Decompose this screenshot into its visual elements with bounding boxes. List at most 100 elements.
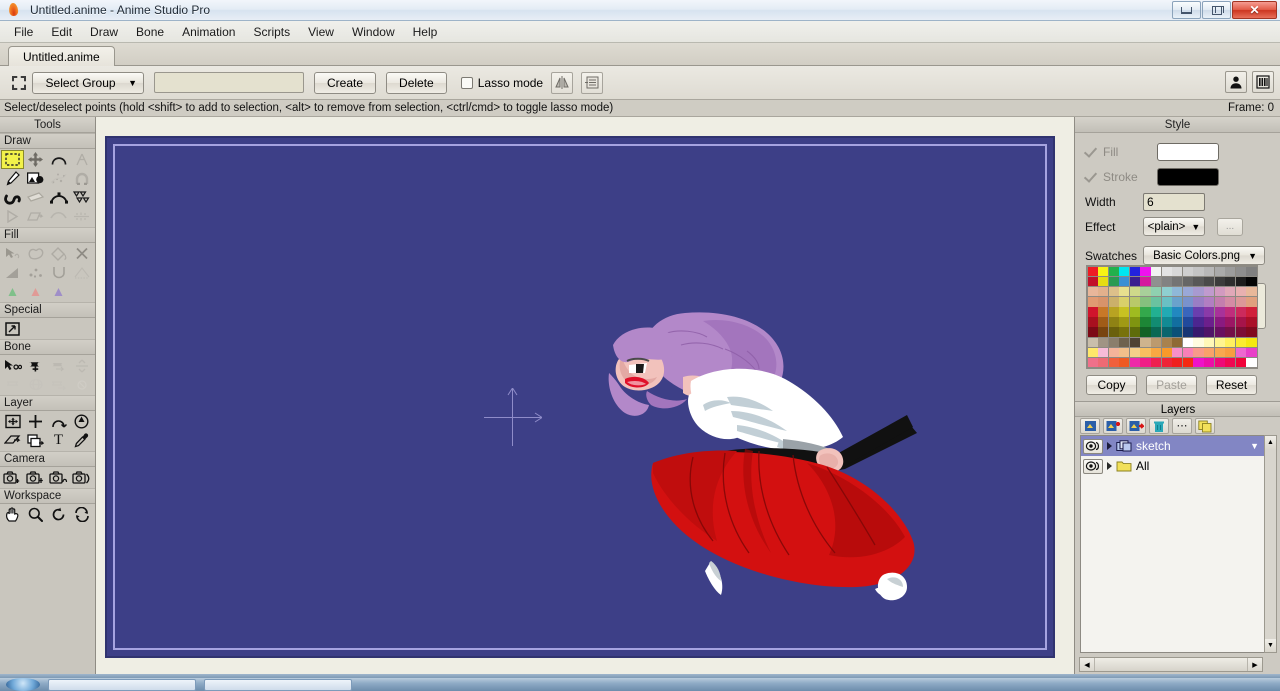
swatch-1-9[interactable]	[1182, 276, 1193, 287]
swatch-9-8[interactable]	[1172, 357, 1183, 368]
swatch-0-3[interactable]	[1119, 266, 1130, 277]
effect-options-button[interactable]: ...	[1217, 217, 1243, 236]
swatch-6-13[interactable]	[1225, 327, 1236, 338]
swatch-6-1[interactable]	[1098, 327, 1109, 338]
swatch-3-14[interactable]	[1235, 296, 1246, 307]
swatch-1-3[interactable]	[1119, 276, 1130, 287]
chevron-down-icon[interactable]: ▼	[1250, 441, 1259, 451]
swatch-9-0[interactable]	[1087, 357, 1098, 368]
set-origin-tool[interactable]	[24, 412, 47, 431]
paint-bucket-tool[interactable]	[47, 244, 70, 263]
scatter-fill-tool[interactable]	[24, 263, 47, 282]
swatch-6-9[interactable]	[1182, 327, 1193, 338]
reorder-points-icon[interactable]	[581, 71, 604, 94]
menu-edit[interactable]: Edit	[42, 22, 81, 42]
swatch-5-7[interactable]	[1161, 317, 1172, 327]
swatch-3-11[interactable]	[1204, 296, 1215, 307]
hide-edge-tool[interactable]	[47, 263, 70, 282]
duplicate-layer-icon[interactable]	[1195, 418, 1215, 434]
swatch-9-6[interactable]	[1151, 357, 1162, 368]
swatch-1-6[interactable]	[1151, 276, 1162, 287]
swatch-6-15[interactable]	[1246, 327, 1257, 338]
swatch-2-8[interactable]	[1172, 286, 1183, 297]
swatch-9-4[interactable]	[1129, 357, 1140, 368]
swatch-9-1[interactable]	[1098, 357, 1109, 368]
swatch-1-12[interactable]	[1214, 276, 1225, 287]
manipulate-bones-tool[interactable]	[1, 375, 24, 394]
swatch-6-6[interactable]	[1151, 327, 1162, 338]
select-points-tool[interactable]	[1, 150, 24, 169]
swatch-8-14[interactable]	[1235, 347, 1246, 358]
layer-depth-tool[interactable]	[24, 431, 47, 450]
layer-expand-triangle-icon[interactable]	[1107, 462, 1112, 470]
swatch-0-15[interactable]	[1246, 266, 1257, 277]
swatch-1-11[interactable]	[1204, 276, 1215, 287]
swatch-4-3[interactable]	[1119, 307, 1130, 317]
swatch-0-14[interactable]	[1235, 266, 1246, 277]
swatch-1-8[interactable]	[1172, 276, 1183, 287]
offset-bone-tool[interactable]	[24, 375, 47, 394]
restore-button[interactable]	[1202, 1, 1231, 19]
swatch-8-4[interactable]	[1129, 347, 1140, 358]
swatch-8-7[interactable]	[1161, 347, 1172, 358]
text-tool[interactable]: T	[47, 431, 70, 450]
track-camera-tool[interactable]	[1, 468, 24, 487]
swatch-0-10[interactable]	[1193, 266, 1204, 277]
swatch-7-2[interactable]	[1108, 337, 1119, 348]
rotate-workspace-tool[interactable]	[47, 505, 70, 524]
scroll-left-icon[interactable]: ◀	[1080, 658, 1094, 671]
swatch-1-14[interactable]	[1235, 276, 1246, 287]
new-layer-add-icon[interactable]	[1103, 418, 1123, 434]
swatch-6-11[interactable]	[1204, 327, 1215, 338]
shear-points-tool[interactable]	[70, 188, 93, 207]
eyedropper-tool[interactable]	[70, 431, 93, 450]
scroll-down-icon[interactable]: ▼	[1265, 639, 1276, 652]
swatch-9-11[interactable]	[1204, 357, 1215, 368]
swatch-8-2[interactable]	[1108, 347, 1119, 358]
scroll-thumb[interactable]	[1094, 658, 1248, 671]
pan-tilt-camera-tool[interactable]	[70, 468, 93, 487]
layers-horizontal-scrollbar[interactable]: ◀ ▶	[1079, 657, 1263, 672]
color-swatch-grid[interactable]	[1086, 265, 1258, 369]
swatch-2-9[interactable]	[1182, 286, 1193, 297]
swatch-4-8[interactable]	[1172, 307, 1183, 317]
swatch-1-13[interactable]	[1225, 276, 1236, 287]
swatch-8-3[interactable]	[1119, 347, 1130, 358]
perspective-points-tool[interactable]	[47, 188, 70, 207]
swatch-1-0[interactable]	[1087, 276, 1098, 287]
menu-window[interactable]: Window	[343, 22, 404, 42]
zoom-workspace-tool[interactable]	[24, 505, 47, 524]
rotate-layer-xy-tool[interactable]	[47, 412, 70, 431]
swatch-9-14[interactable]	[1235, 357, 1246, 368]
reset-workspace-tool[interactable]	[70, 505, 93, 524]
swatch-0-5[interactable]	[1140, 266, 1151, 277]
swatch-9-13[interactable]	[1225, 357, 1236, 368]
group-name-input[interactable]	[154, 72, 304, 93]
swatch-0-2[interactable]	[1108, 266, 1119, 277]
swatch-6-7[interactable]	[1161, 327, 1172, 338]
layer-visibility-eye-icon[interactable]	[1083, 438, 1103, 454]
canvas-stage[interactable]	[105, 136, 1055, 658]
tab-untitled-anime[interactable]: Untitled.anime	[8, 46, 115, 67]
stroke-color-swatch[interactable]	[1157, 167, 1219, 186]
color-point-purple-tool[interactable]	[47, 282, 70, 301]
swatch-9-5[interactable]	[1140, 357, 1151, 368]
swatch-2-6[interactable]	[1151, 286, 1162, 297]
eraser-tool[interactable]	[24, 188, 47, 207]
layers-list[interactable]: sketch ▼ All	[1080, 435, 1266, 653]
minimize-button[interactable]	[1172, 1, 1201, 19]
delete-shape-tool[interactable]	[70, 244, 93, 263]
swatch-2-12[interactable]	[1214, 286, 1225, 297]
taskbar-item-2[interactable]	[204, 678, 352, 691]
swatch-4-13[interactable]	[1225, 307, 1236, 317]
swatch-3-10[interactable]	[1193, 296, 1204, 307]
swatch-3-9[interactable]	[1182, 296, 1193, 307]
swatch-5-11[interactable]	[1204, 317, 1215, 327]
swatch-1-5[interactable]	[1140, 276, 1151, 287]
swatch-2-3[interactable]	[1119, 286, 1130, 297]
swatch-2-14[interactable]	[1235, 286, 1246, 297]
select-bone-tool[interactable]	[1, 356, 24, 375]
swatch-3-2[interactable]	[1108, 296, 1119, 307]
width-tool[interactable]	[70, 207, 93, 226]
taskbar-item-1[interactable]	[48, 678, 196, 691]
